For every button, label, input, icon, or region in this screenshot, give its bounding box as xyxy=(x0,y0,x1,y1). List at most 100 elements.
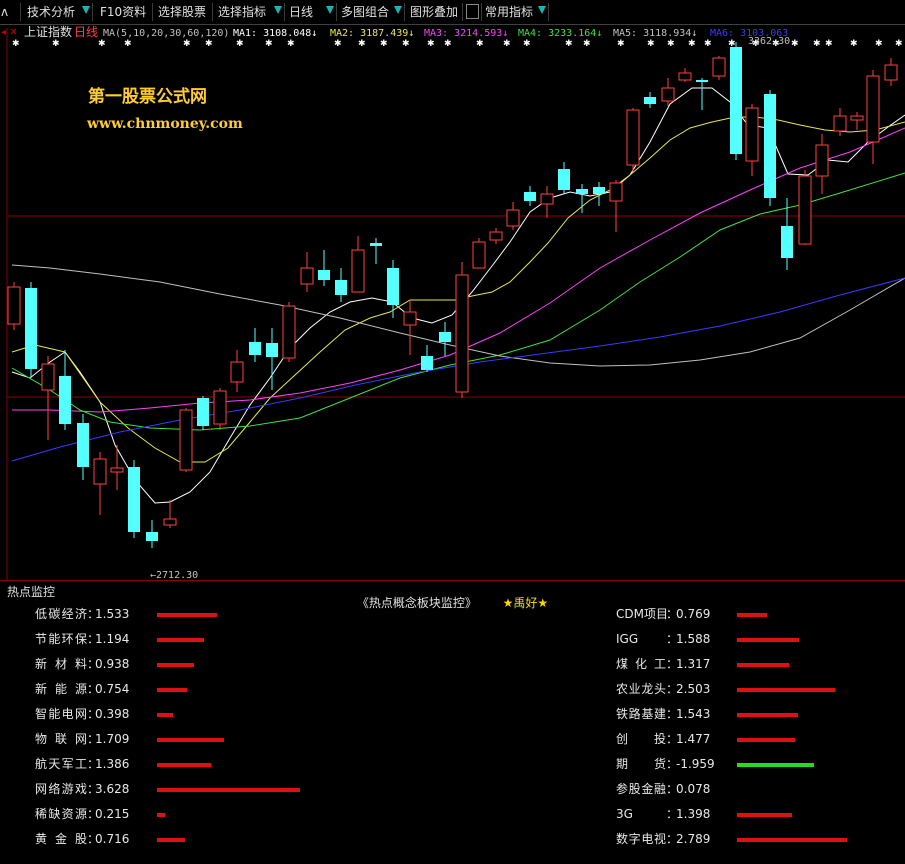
candle-body-up xyxy=(712,57,726,77)
sector-value: 2.503 xyxy=(676,682,711,696)
candle-body-up xyxy=(230,361,244,383)
tech-analysis-button[interactable]: 技术分析 xyxy=(24,3,78,21)
signal-star-icon: ✱ xyxy=(813,39,821,49)
high-price-marker: 3362.30 xyxy=(748,36,790,47)
signal-star-icon: ✱ xyxy=(875,39,883,49)
signal-star-icon: ✱ xyxy=(647,39,655,49)
sector-row[interactable]: 铁路基建： 1.543 xyxy=(0,706,905,722)
sector-row[interactable]: IGG： 1.588 xyxy=(0,631,905,647)
lock-icon[interactable] xyxy=(466,4,479,19)
low-price-marker: ←2712.30 xyxy=(150,570,198,580)
hot-monitor-panel: 热点监控 《热点概念板块监控》 ★禹好★ 低碳经济： 1.533 节能环保： 1.19… xyxy=(0,580,905,864)
candle-body-down xyxy=(25,288,37,369)
candle-body-up xyxy=(300,267,314,285)
sector-value: -1.959 xyxy=(676,757,715,771)
candle-body-down xyxy=(439,332,451,342)
sector-row[interactable]: 农业龙头： 2.503 xyxy=(0,681,905,697)
sector-row[interactable]: 3G： 1.398 xyxy=(0,806,905,822)
overlay-button[interactable]: 图形叠加 xyxy=(407,3,461,21)
sector-row[interactable]: 创投： 1.477 xyxy=(0,731,905,747)
sector-value: 1.317 xyxy=(676,657,711,671)
sector-name: CDM项目 xyxy=(616,607,668,621)
period-label: 日线 xyxy=(74,25,98,39)
sector-strength-bar xyxy=(737,688,835,692)
candle-body-up xyxy=(213,390,227,425)
signal-star-icon: ✱ xyxy=(236,39,244,49)
signal-star-icon: ✱ xyxy=(334,39,342,49)
chevron-down-icon[interactable] xyxy=(274,6,282,14)
kline-chart[interactable]: ◂ ✕ 上证指数 日线 MA(5,10,20,30,60,120) MA1: 3… xyxy=(0,24,905,581)
common-indicator-button[interactable]: 常用指标 xyxy=(482,3,536,21)
candle-body-up xyxy=(7,286,21,325)
candle-body-up xyxy=(110,467,124,473)
candle-body-up xyxy=(163,518,177,526)
signal-star-icon: ✱ xyxy=(358,39,366,49)
signal-star-icon: ✱ xyxy=(583,39,591,49)
sector-value: 1.398 xyxy=(676,807,711,821)
candle-body-up xyxy=(540,193,554,205)
signal-star-icon: ✱ xyxy=(895,39,903,49)
candle-body-up xyxy=(282,305,296,359)
toolbar-prev-fragment[interactable]: ʌ xyxy=(0,3,11,21)
signal-star-icon: ✱ xyxy=(287,39,295,49)
sector-value: 0.769 xyxy=(676,607,711,621)
sector-strength-bar xyxy=(737,763,814,767)
sector-name: 煤化工 xyxy=(616,657,666,671)
sector-value: 2.789 xyxy=(676,832,711,846)
signal-star-icon: ✱ xyxy=(265,39,273,49)
ma-legend-item: MA4: 3233.164↓ xyxy=(518,28,602,39)
sector-row[interactable]: CDM项目： 0.769 xyxy=(0,606,905,622)
period-daily-button[interactable]: 日线 xyxy=(286,3,316,21)
candle-body-up xyxy=(745,107,759,162)
candle-body-down xyxy=(781,226,793,258)
candle-body-down xyxy=(558,169,570,190)
sector-name: 参股金融 xyxy=(616,782,666,796)
sector-strength-bar xyxy=(737,613,767,617)
signal-star-icon: ✱ xyxy=(52,39,60,49)
signal-star-icon: ✱ xyxy=(205,39,213,49)
signal-star-icon: ✱ xyxy=(523,39,531,49)
watermark-url: www.chnmoney.com xyxy=(86,116,243,132)
ma-legend-item: MA5: 3118.934↓ xyxy=(613,28,697,39)
chevron-down-icon[interactable] xyxy=(394,6,402,14)
candle-body-up xyxy=(179,409,193,471)
sector-row[interactable]: 煤化工： 1.317 xyxy=(0,656,905,672)
candle-body-down xyxy=(593,187,605,194)
sector-value: 1.543 xyxy=(676,707,711,721)
candle-body-up xyxy=(506,209,520,227)
candle-body-down xyxy=(197,398,209,426)
sector-value: 0.078 xyxy=(676,782,711,796)
sector-strength-bar xyxy=(737,638,799,642)
candle-body-down xyxy=(370,243,382,246)
chevron-down-icon[interactable] xyxy=(326,6,334,14)
chevron-down-icon[interactable] xyxy=(538,6,546,14)
candle-body-up xyxy=(489,231,503,241)
sector-name: 创投 xyxy=(616,732,666,746)
candle-body-down xyxy=(266,343,278,357)
sector-row[interactable]: 期货： -1.959 xyxy=(0,756,905,772)
chevron-down-icon[interactable] xyxy=(82,6,90,14)
ma-legend: MA1: 3108.048↓ MA2: 3187.439↓ MA3: 3214.59… xyxy=(233,28,788,39)
candle-body-down xyxy=(764,94,776,198)
select-indicator-button[interactable]: 选择指标 xyxy=(215,3,269,21)
signal-star-icon: ✱ xyxy=(444,39,452,49)
signal-star-icon: ✱ xyxy=(617,39,625,49)
watermark-title: 第一股票公式网 xyxy=(88,86,207,107)
sector-name: 农业龙头 xyxy=(616,682,666,696)
candle-body-up xyxy=(798,175,812,245)
signal-star-icon: ✱ xyxy=(402,39,410,49)
f10-info-button[interactable]: F10资料 xyxy=(97,3,149,21)
candle-body-up xyxy=(455,274,469,393)
candle-body-down xyxy=(249,342,261,355)
multi-chart-button[interactable]: 多图组合 xyxy=(338,3,392,21)
sector-value: 1.477 xyxy=(676,732,711,746)
candle-body-up xyxy=(41,363,55,391)
sector-row[interactable]: 数字电视： 2.789 xyxy=(0,831,905,847)
candle-body-up xyxy=(472,241,486,269)
candle-body-up xyxy=(833,115,847,132)
candle-body-down xyxy=(77,423,89,467)
select-stock-button[interactable]: 选择股票 xyxy=(155,3,209,21)
candle-body-down xyxy=(576,189,588,194)
scroll-marker-icon: ◂ ✕ xyxy=(1,27,18,38)
sector-row[interactable]: 参股金融： 0.078 xyxy=(0,781,905,797)
